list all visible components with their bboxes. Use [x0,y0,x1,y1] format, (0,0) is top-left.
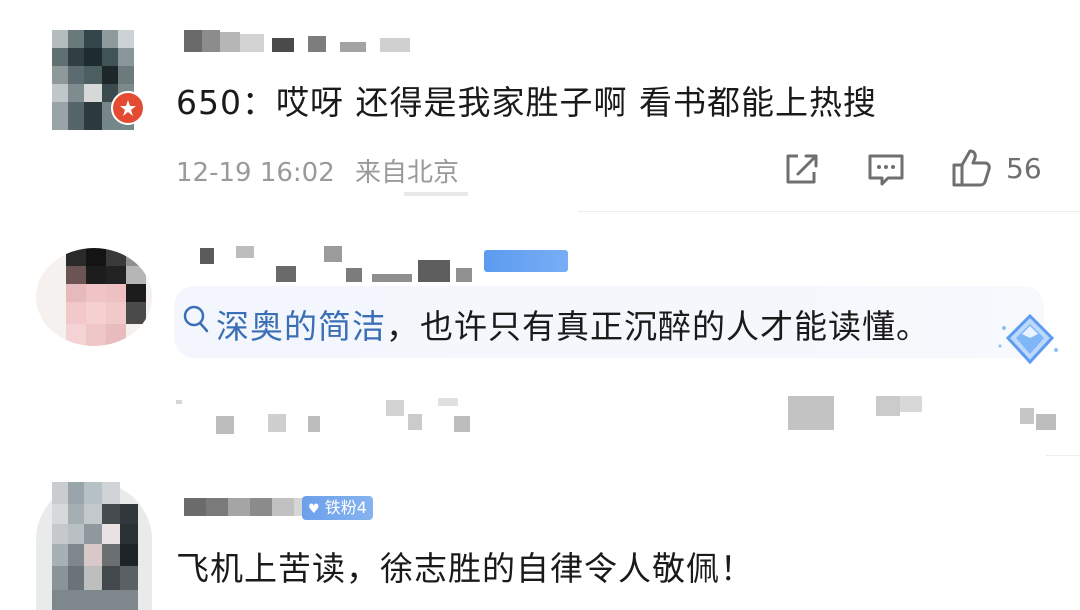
thumbs-up-icon [952,149,991,187]
username-blurred[interactable] [184,496,312,516]
heart-icon: ♥ [308,502,320,517]
avatar[interactable] [36,248,152,346]
fan-rank-label: 铁粉4 [324,498,367,517]
username-blurred[interactable] [200,246,472,282]
comment-text-rest: ，也许只有真正沉醉的人才能读懂。 [386,307,930,346]
comment-2: 深奥的简洁，也许只有真正沉醉的人才能读懂。 [0,212,1080,456]
hot-search-highlight[interactable]: 深奥的简洁，也许只有真正沉醉的人才能读懂。 [174,286,1044,358]
search-icon [183,305,209,333]
blur-fragment [404,192,468,196]
username-blurred[interactable] [184,28,410,52]
member-badge [484,250,568,272]
comment-button[interactable] [866,152,906,188]
comment-text: 飞机上苦读，徐志胜的自律令人敬佩！ [176,549,754,588]
share-icon [786,154,818,184]
location: 来自北京 [355,158,460,188]
comment-text: 650：哎呀 还得是我家胜子啊 看书都能上热搜 [176,83,877,122]
meta-blurred [176,396,1056,434]
timestamp: 12-19 16:02 来自北京 [176,152,459,189]
comment-1: 650：哎呀 还得是我家胜子啊 看书都能上热搜 12-19 16:02 来自北京… [0,0,1080,212]
fan-rank-badge: ♥ 铁粉4 [302,496,373,520]
search-term-link[interactable]: 深奥的简洁 [216,307,386,346]
comment-text: 深奥的简洁，也许只有真正沉醉的人才能读懂。 [216,300,930,348]
diamond-sticker-icon [996,312,1060,366]
like-button[interactable]: 56 [950,148,1042,188]
like-count: 56 [1006,151,1042,185]
time: 12-19 16:02 [176,158,335,188]
comment-3: ♥ 铁粉4 飞机上苦读，徐志胜的自律令人敬佩！ [0,456,1080,610]
share-button[interactable] [784,152,820,186]
comment-icon [868,154,904,186]
avatar[interactable] [36,482,152,610]
verified-badge-icon [111,91,145,125]
